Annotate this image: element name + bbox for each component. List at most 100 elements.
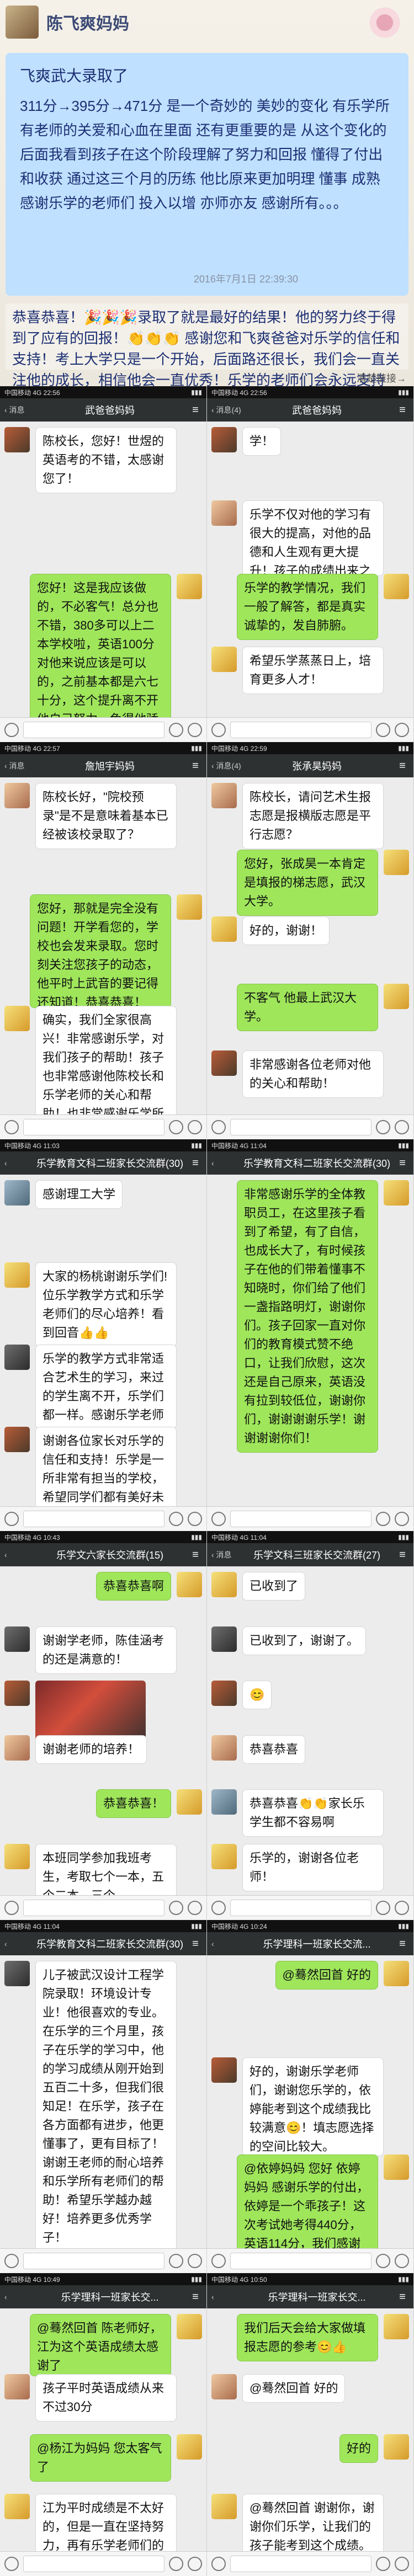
message-input[interactable] — [230, 1511, 371, 1527]
message-input[interactable] — [230, 2556, 371, 2572]
chat-info-icon[interactable]: ≡ — [184, 1549, 206, 1561]
avatar[interactable] — [211, 427, 237, 452]
message-input[interactable] — [230, 1900, 371, 1916]
avatar[interactable] — [4, 2374, 30, 2399]
message-input[interactable] — [23, 1900, 164, 1916]
avatar[interactable] — [211, 1681, 237, 1706]
message-bubble[interactable]: 恭喜恭喜👏👏家长乐学生都不容易啊 — [242, 1789, 384, 1837]
message-bubble[interactable]: 儿子被武汉设计工程学院录取！环境设计专业！他很喜欢的专业。在乐学的三个月里，孩子… — [35, 1961, 177, 2252]
avatar[interactable] — [4, 783, 30, 808]
message-bubble[interactable]: 您好！这是我应该做的，不必客气！总分也不错，380多可以上二本学校啦，英语100… — [30, 574, 171, 723]
add-icon[interactable] — [188, 1901, 202, 1915]
emoji-icon[interactable] — [376, 723, 390, 737]
message-input[interactable] — [230, 2253, 371, 2269]
add-icon[interactable] — [395, 1120, 409, 1134]
avatar[interactable] — [4, 1262, 30, 1288]
message-bubble[interactable]: 谢谢各位家长对乐学的信任和支持！乐学是一所非常有担当的学校，希望同学们都有美好未… — [35, 1427, 177, 1511]
add-icon[interactable] — [188, 2254, 202, 2268]
add-icon[interactable] — [188, 2557, 202, 2571]
chat-info-icon[interactable]: ≡ — [184, 404, 206, 417]
voice-icon[interactable] — [211, 1120, 226, 1134]
message-input[interactable] — [23, 1511, 164, 1527]
message-bubble[interactable]: 非常感谢乐学的全体教职员工，在这里孩子看到了希望，有了自信，也成长大了，有时候孩… — [237, 1180, 378, 1453]
back-button[interactable]: ‹ — [207, 1939, 242, 1948]
message-list[interactable]: 已收到了 已收到了，谢谢了。 😊 恭喜恭喜 恭喜恭喜👏👏家长乐学生都不容易啊 乐学的，谢谢… — [207, 1566, 413, 1920]
message-bubble[interactable]: 确实，我们全家很高兴！非常感谢乐学，对我们孩子的帮助！孩子也非常感谢他陈校长和乐… — [35, 1006, 177, 1119]
message-bubble[interactable]: @蓦然回首 陈老师好，江为这个英语成绩太感谢了 — [30, 2314, 171, 2376]
message-bubble[interactable]: 希望乐学蒸蒸日上，培育更多人才！ — [242, 647, 384, 694]
avatar[interactable] — [211, 1789, 237, 1815]
back-button[interactable]: ‹ — [207, 2292, 242, 2301]
avatar[interactable] — [384, 574, 409, 599]
message-bubble[interactable]: 好的 — [339, 2434, 378, 2463]
message-list[interactable]: 感谢理工大学 大家的杨桃谢谢乐学们!位乐学教学方式和乐学老师们的尽心培养！看到回音… — [0, 1175, 206, 1531]
avatar[interactable] — [211, 2057, 237, 2083]
add-icon[interactable] — [395, 1512, 409, 1526]
message-bubble[interactable]: @蓦然回首 谢谢你，谢谢你们乐学，让我们的孩子能考到这个成绩。依婷能考到这个成绩… — [242, 2494, 384, 2556]
message-list[interactable]: 陈校长好，"院校预录"是不是意味着基本已经被该校录取了？ 您好，那就是完全没有问题… — [0, 777, 206, 1139]
emoji-icon[interactable] — [376, 1512, 390, 1526]
avatar[interactable] — [211, 1844, 237, 1869]
avatar[interactable] — [384, 2154, 409, 2180]
avatar[interactable] — [4, 1961, 30, 1986]
chat-info-icon[interactable]: ≡ — [391, 1938, 413, 1950]
avatar[interactable] — [177, 2434, 202, 2460]
emoji-icon[interactable] — [169, 2557, 183, 2571]
back-button[interactable]: ‹ 消息 — [0, 404, 35, 415]
back-button[interactable]: ‹ 消息 — [207, 1549, 242, 1560]
avatar[interactable] — [4, 1427, 30, 1452]
message-bubble[interactable]: 陈校长，请问艺术生报志愿是报横版志愿是平行志愿？ — [242, 783, 384, 849]
avatar[interactable] — [4, 1006, 30, 1031]
message-bubble[interactable]: 谢谢学老师，陈佳涵考的还是满意的！ — [35, 1626, 177, 1674]
message-bubble[interactable]: 不客气 他最上武汉大学。 — [237, 984, 378, 1031]
voice-icon[interactable] — [4, 723, 19, 737]
avatar[interactable] — [211, 2374, 237, 2399]
voice-icon[interactable] — [4, 2557, 19, 2571]
back-button[interactable]: ‹ — [0, 2292, 35, 2301]
emoji-icon[interactable] — [169, 723, 183, 737]
voice-icon[interactable] — [211, 2557, 226, 2571]
chat-info-icon[interactable]: ≡ — [391, 1157, 413, 1170]
post-author-name[interactable]: 陈飞爽妈妈 — [46, 10, 129, 34]
back-button[interactable]: ‹ 消息 — [0, 760, 35, 771]
voice-icon[interactable] — [4, 1120, 19, 1134]
emoji-icon[interactable] — [169, 1901, 183, 1915]
back-button[interactable]: ‹ — [207, 1159, 242, 1167]
chat-info-icon[interactable]: ≡ — [184, 1157, 206, 1170]
message-list[interactable]: 非常感谢乐学的全体教职员工，在这里孩子看到了希望，有了自信，也成长大了，有时候孩… — [207, 1175, 413, 1531]
back-button[interactable]: ‹ — [0, 1939, 35, 1948]
add-icon[interactable] — [188, 1120, 202, 1134]
message-list[interactable]: @蓦然回首 好的 好的，谢谢乐学老师们，谢谢您乐学的，依婷能考到这个成绩我比较满意… — [207, 1955, 413, 2273]
voice-icon[interactable] — [4, 1512, 19, 1526]
avatar[interactable] — [177, 894, 202, 920]
avatar[interactable] — [4, 1180, 30, 1206]
avatar[interactable] — [4, 2494, 30, 2519]
voice-icon[interactable] — [211, 2254, 226, 2268]
emoji-icon[interactable] — [376, 1120, 390, 1134]
add-icon[interactable] — [395, 2254, 409, 2268]
message-bubble[interactable]: 恭喜恭喜 — [242, 1735, 306, 1764]
message-bubble[interactable]: 您好，张成昊一本肯定是填报的梯志愿，武汉大学。 — [237, 850, 378, 916]
back-button[interactable]: ‹ 消息(4) — [207, 760, 242, 771]
message-input[interactable] — [230, 722, 371, 738]
message-input[interactable] — [230, 1119, 371, 1135]
message-bubble[interactable]: 好的，谢谢！ — [242, 916, 330, 945]
message-input[interactable] — [23, 722, 164, 738]
message-bubble[interactable]: 😊 — [242, 1681, 272, 1709]
avatar[interactable] — [4, 1681, 30, 1706]
emoji-icon[interactable] — [376, 2557, 390, 2571]
message-list[interactable]: 学！ 乐学不仅对他的学习有很大的提高，对他的品德和人生观有更大提升！孩子的成绩出来… — [207, 422, 413, 742]
avatar[interactable] — [6, 6, 39, 39]
chat-info-icon[interactable]: ≡ — [391, 760, 413, 772]
back-button[interactable]: ‹ — [0, 1159, 35, 1167]
message-bubble[interactable]: 乐学的教学情况，我们一般了解答，都是真实诚挚的，发自肺腑。 — [237, 574, 378, 640]
avatar[interactable] — [4, 1735, 30, 1761]
message-bubble[interactable]: 谢谢老师的培养！ — [35, 1735, 147, 1764]
message-list[interactable]: 儿子被武汉设计工程学院录取！环境设计专业！他很喜欢的专业。在乐学的三个月里，孩子… — [0, 1955, 206, 2273]
message-input[interactable] — [23, 1119, 164, 1135]
voice-icon[interactable] — [211, 1512, 226, 1526]
chat-info-icon[interactable]: ≡ — [391, 2291, 413, 2303]
chat-info-icon[interactable]: ≡ — [184, 1938, 206, 1950]
voice-icon[interactable] — [4, 1901, 19, 1915]
avatar[interactable] — [211, 1572, 237, 1597]
